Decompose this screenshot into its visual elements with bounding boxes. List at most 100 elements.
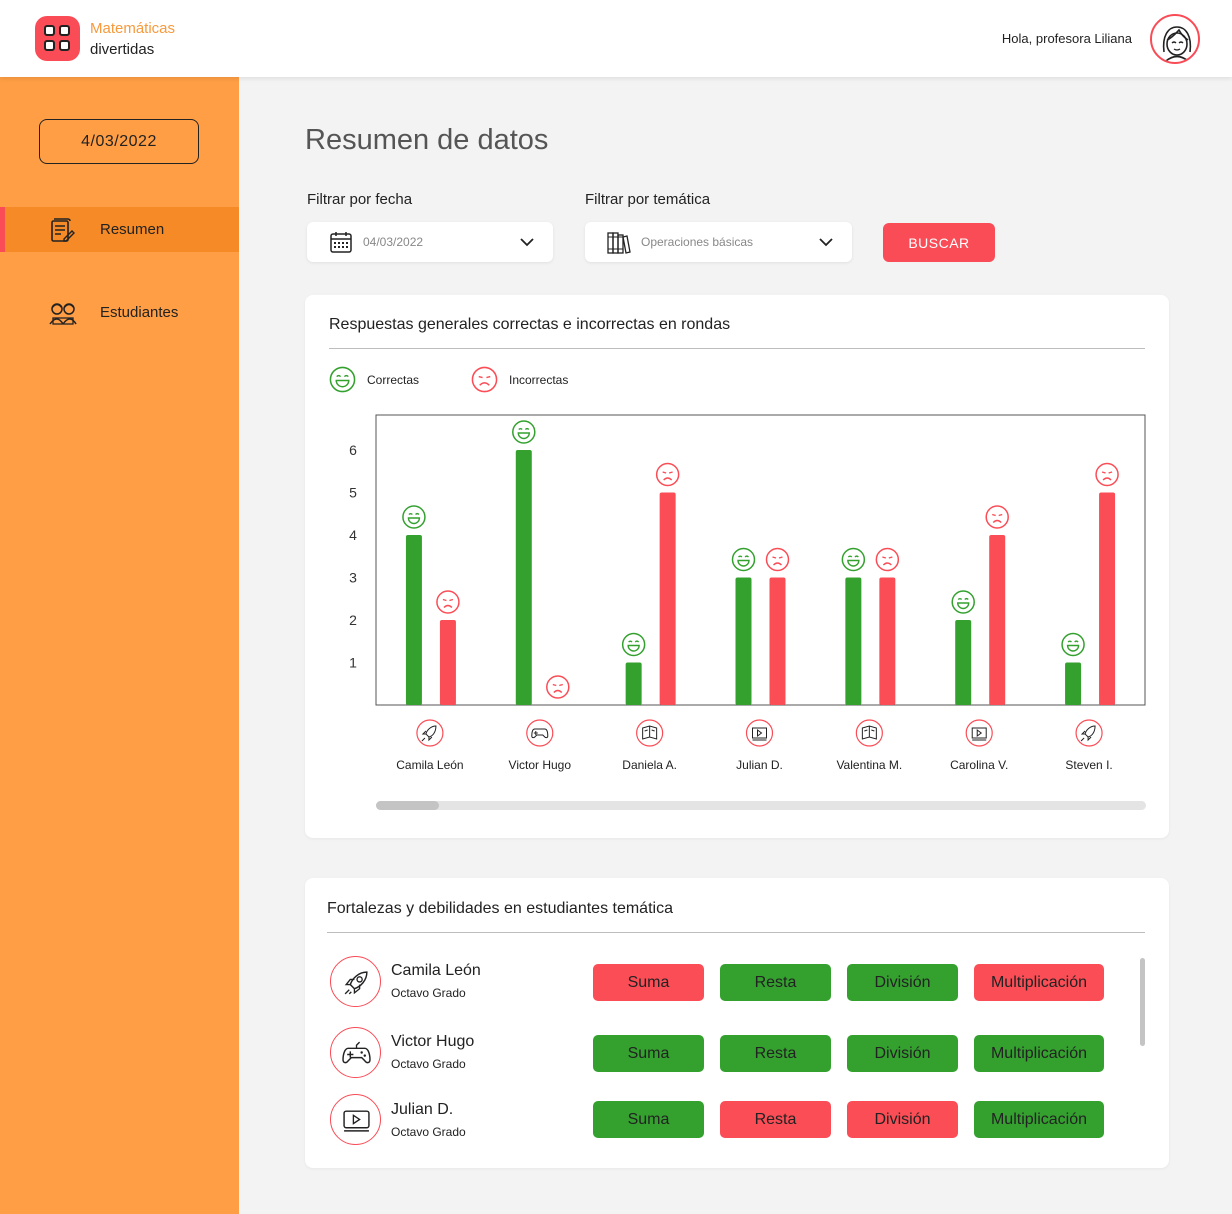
happy-face-icon bbox=[731, 547, 756, 572]
date-filter-value: 04/03/2022 bbox=[363, 235, 424, 249]
student-avatar bbox=[330, 1094, 381, 1145]
list-vertical-scrollbar[interactable] bbox=[1140, 958, 1145, 1046]
topic-chip-division: División bbox=[847, 1035, 958, 1072]
topic-filter-label: Filtrar por temática bbox=[585, 191, 711, 208]
bar-correctas bbox=[955, 620, 972, 705]
sidebar: 4/03/2022 Resumen Estudiantes bbox=[0, 77, 239, 1214]
strengths-card: Fortalezas y debilidades en estudiantes … bbox=[305, 878, 1169, 1168]
search-button[interactable]: BUSCAR bbox=[883, 223, 995, 262]
chart-card: Respuestas generales correctas e incorre… bbox=[305, 295, 1169, 838]
topic-chip-division: División bbox=[847, 964, 958, 1001]
bar-correctas bbox=[405, 535, 422, 705]
sad-face-icon bbox=[436, 590, 460, 614]
students-icon bbox=[49, 303, 77, 325]
calendar-icon bbox=[330, 232, 352, 253]
bar-incorrectas bbox=[769, 577, 786, 705]
topic-filter-select[interactable]: Operaciones básicas bbox=[585, 222, 852, 262]
student-grade: Octavo Grado bbox=[391, 986, 466, 1000]
video-icon bbox=[965, 719, 993, 747]
topic-chip-suma: Suma bbox=[593, 1101, 704, 1138]
bar-chart: 1 2 3 4 5 6 Camila León Victor Hugo Daniela A. Ju… bbox=[349, 414, 1146, 772]
happy-face-icon bbox=[621, 632, 646, 657]
bar-correctas bbox=[625, 662, 642, 705]
y-tick-label: 2 bbox=[349, 612, 357, 628]
student-grade: Octavo Grado bbox=[391, 1125, 466, 1139]
sidebar-item-estudiantes[interactable]: Estudiantes bbox=[0, 290, 239, 335]
teacher-face-icon bbox=[1162, 26, 1192, 62]
student-grade: Octavo Grado bbox=[391, 1057, 466, 1071]
student-avatar bbox=[330, 956, 381, 1007]
topic-chip-resta: Resta bbox=[720, 1035, 831, 1072]
student-name: Victor Hugo bbox=[391, 1033, 475, 1050]
bar-correctas bbox=[735, 577, 752, 705]
book-icon bbox=[636, 719, 664, 747]
x-category-label: Camila León bbox=[396, 758, 463, 772]
book-icon bbox=[855, 719, 883, 747]
y-tick-label: 4 bbox=[349, 527, 357, 543]
user-avatar[interactable] bbox=[1150, 14, 1200, 64]
plot-frame bbox=[375, 414, 1146, 706]
sidebar-item-label: Estudiantes bbox=[100, 304, 179, 321]
calculator-logo-icon[interactable] bbox=[35, 16, 80, 61]
topic-filter-value: Operaciones básicas bbox=[641, 235, 754, 249]
sad-face-icon bbox=[875, 547, 900, 572]
date-filter-label: Filtrar por fecha bbox=[307, 191, 413, 208]
topic-chip-multiplicacion: Multiplicación bbox=[974, 964, 1104, 1001]
student-name: Julian D. bbox=[391, 1101, 454, 1118]
chart-horizontal-scrollbar[interactable] bbox=[376, 801, 1146, 810]
y-tick-label: 3 bbox=[349, 570, 357, 586]
top-bar: Matemáticas divertidas Hola, profesora L… bbox=[0, 0, 1232, 77]
sad-face-icon bbox=[765, 547, 790, 572]
sidebar-item-resumen[interactable]: Resumen bbox=[0, 207, 239, 252]
current-date-box[interactable]: 4/03/2022 bbox=[39, 119, 199, 164]
chevron-down-icon bbox=[520, 238, 534, 247]
bar-incorrectas bbox=[1099, 492, 1116, 705]
student-name: Camila León bbox=[391, 962, 481, 979]
bar-incorrectas bbox=[989, 535, 1006, 705]
topic-chip-multiplicacion: Multiplicación bbox=[974, 1035, 1104, 1072]
sad-face-icon bbox=[546, 675, 570, 699]
gamepad-icon bbox=[526, 719, 554, 747]
happy-face-icon bbox=[951, 590, 975, 614]
topic-chip-division: División bbox=[847, 1101, 958, 1138]
date-filter-select[interactable]: 04/03/2022 bbox=[307, 222, 553, 262]
rocket-icon bbox=[1075, 719, 1103, 747]
x-category-label: Carolina V. bbox=[950, 758, 1008, 772]
x-category-label: Julian D. bbox=[736, 758, 783, 772]
sidebar-item-label: Resumen bbox=[100, 221, 165, 238]
gamepad-icon bbox=[342, 1041, 371, 1064]
divider bbox=[327, 932, 1145, 933]
x-category-label: Daniela A. bbox=[622, 758, 677, 772]
y-tick-label: 5 bbox=[349, 485, 357, 501]
sad-face-icon bbox=[985, 505, 1009, 529]
topic-chip-multiplicacion: Multiplicación bbox=[974, 1101, 1104, 1138]
greeting-text: Hola, profesora Liliana bbox=[1001, 31, 1132, 46]
rocket-icon bbox=[344, 971, 368, 995]
happy-face-icon bbox=[402, 505, 426, 529]
topic-chip-resta: Resta bbox=[720, 964, 831, 1001]
brand-name-line2: divertidas bbox=[90, 41, 155, 58]
y-tick-label: 6 bbox=[349, 442, 357, 458]
topic-chip-resta: Resta bbox=[720, 1101, 831, 1138]
topic-chip-suma: Suma bbox=[593, 964, 704, 1001]
report-icon bbox=[51, 218, 75, 242]
happy-face-icon bbox=[1061, 632, 1085, 657]
video-icon bbox=[343, 1110, 370, 1132]
x-category-label: Victor Hugo bbox=[509, 758, 572, 772]
bar-correctas bbox=[515, 450, 532, 705]
sad-face-icon bbox=[655, 462, 680, 487]
chevron-down-icon bbox=[819, 238, 833, 247]
brand-name-line1: Matemáticas bbox=[90, 20, 176, 37]
happy-face-icon bbox=[841, 547, 866, 572]
happy-face-icon bbox=[512, 420, 536, 444]
bar-correctas bbox=[845, 577, 862, 705]
video-icon bbox=[745, 719, 774, 747]
books-icon bbox=[607, 232, 631, 254]
scrollbar-thumb[interactable] bbox=[376, 801, 439, 810]
y-tick-label: 1 bbox=[349, 655, 357, 671]
x-category-label: Valentina M. bbox=[836, 758, 902, 772]
topic-chip-suma: Suma bbox=[593, 1035, 704, 1072]
bar-correctas bbox=[1065, 662, 1082, 705]
bar-incorrectas bbox=[879, 577, 896, 705]
student-avatar bbox=[330, 1027, 381, 1078]
